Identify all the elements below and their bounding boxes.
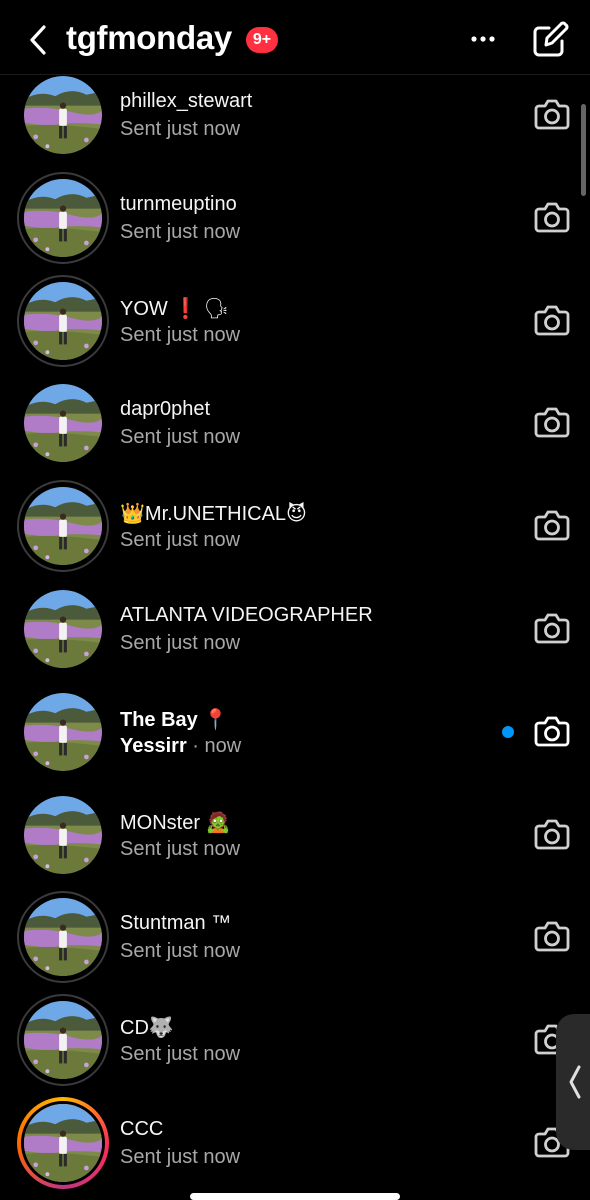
unread-dot <box>502 725 514 738</box>
avatar[interactable] <box>17 891 109 984</box>
thread-status: Sent just now <box>120 529 241 552</box>
thread-status: Sent just now <box>120 323 241 346</box>
avatar-photo <box>24 178 102 257</box>
thread-name: YOW ❗ 🗣 <box>120 297 230 320</box>
avatar-photo <box>24 76 102 154</box>
avatar-photo <box>24 795 102 874</box>
thread-name: ATLANTA VIDEOGRAPHER <box>120 604 373 626</box>
message-time: · now <box>186 734 242 757</box>
camera-icon[interactable] <box>534 201 570 233</box>
avatar[interactable] <box>17 274 109 367</box>
thread-status: Sent just now <box>120 632 241 654</box>
camera-icon[interactable] <box>534 304 570 336</box>
thread-row[interactable]: The Bay 📍 Yessirr · now <box>0 692 590 796</box>
page-title[interactable]: tgfmonday <box>66 19 232 57</box>
camera-icon[interactable] <box>534 818 570 850</box>
thread-name: The Bay 📍 <box>120 708 229 731</box>
thread-name: Stuntman ™ <box>120 912 232 935</box>
avatar[interactable] <box>17 994 109 1087</box>
compose-icon[interactable] <box>532 20 570 58</box>
thread-name: dapr0phet <box>120 398 211 421</box>
camera-icon[interactable] <box>534 612 570 644</box>
avatar-photo <box>24 898 102 977</box>
camera-icon[interactable] <box>534 98 570 130</box>
avatar-photo <box>24 1001 102 1080</box>
chevron-left-icon <box>569 1065 581 1099</box>
thread-row[interactable]: CD🐺 Sent just now <box>0 994 590 1104</box>
thread-name: 👑Mr.UNETHICAL😈 <box>120 503 307 526</box>
thread-name: turnmeuptino <box>120 192 237 215</box>
avatar[interactable] <box>17 1097 109 1189</box>
avatar[interactable] <box>24 590 102 668</box>
thread-row[interactable]: phillex_stewart Sent just now <box>0 76 590 179</box>
thread-status: Sent just now <box>120 118 241 140</box>
thread-row[interactable]: turnmeuptino Sent just now <box>0 171 590 282</box>
thread-row[interactable]: ATLANTA VIDEOGRAPHER Sent just now <box>0 590 590 693</box>
thread-row[interactable]: MONster 🧟 Sent just now <box>0 795 590 899</box>
more-options-icon[interactable] <box>466 24 500 54</box>
thread-status: Sent just now <box>120 220 241 243</box>
thread-status: Sent just now <box>120 837 241 860</box>
avatar[interactable] <box>24 384 102 463</box>
avatar[interactable] <box>24 76 102 154</box>
last-message: Yessirr <box>120 734 187 757</box>
thread-status: Sent just now <box>120 1146 241 1168</box>
thread-row[interactable]: CCC Sent just now <box>0 1097 590 1200</box>
avatar-photo <box>24 487 102 566</box>
avatar-photo <box>24 590 102 668</box>
thread-name: CCC <box>120 1118 164 1140</box>
thread-name: CD🐺 <box>120 1017 174 1040</box>
thread-status: Yessirr · now <box>120 735 241 758</box>
avatar[interactable] <box>24 795 102 874</box>
home-indicator[interactable] <box>190 1193 400 1200</box>
avatar-photo <box>21 1101 105 1185</box>
camera-icon[interactable] <box>534 406 570 438</box>
camera-icon[interactable] <box>534 509 570 541</box>
edge-panel-handle[interactable] <box>556 1014 590 1150</box>
avatar[interactable] <box>24 692 102 771</box>
thread-row[interactable]: Stuntman ™ Sent just now <box>0 891 590 1001</box>
header: tgfmonday 9+ <box>0 0 590 75</box>
thread-row[interactable]: dapr0phet Sent just now <box>0 384 590 487</box>
camera-icon[interactable] <box>534 715 570 747</box>
avatar[interactable] <box>17 171 109 264</box>
avatar-photo <box>24 281 102 360</box>
thread-status: Sent just now <box>120 1043 241 1066</box>
back-chevron-icon[interactable] <box>24 22 54 58</box>
thread-name: MONster 🧟 <box>120 811 231 834</box>
avatar[interactable] <box>17 480 109 573</box>
notification-badge: 9+ <box>246 27 278 53</box>
thread-row[interactable]: 👑Mr.UNETHICAL😈 Sent just now <box>0 480 590 590</box>
avatar-photo <box>24 692 102 771</box>
camera-icon[interactable] <box>534 920 570 952</box>
thread-row[interactable]: YOW ❗ 🗣 Sent just now <box>0 274 590 385</box>
thread-name: phillex_stewart <box>120 90 253 112</box>
scrollbar[interactable] <box>581 104 586 196</box>
thread-status: Sent just now <box>120 426 241 449</box>
avatar-photo <box>24 384 102 463</box>
thread-status: Sent just now <box>120 940 241 963</box>
